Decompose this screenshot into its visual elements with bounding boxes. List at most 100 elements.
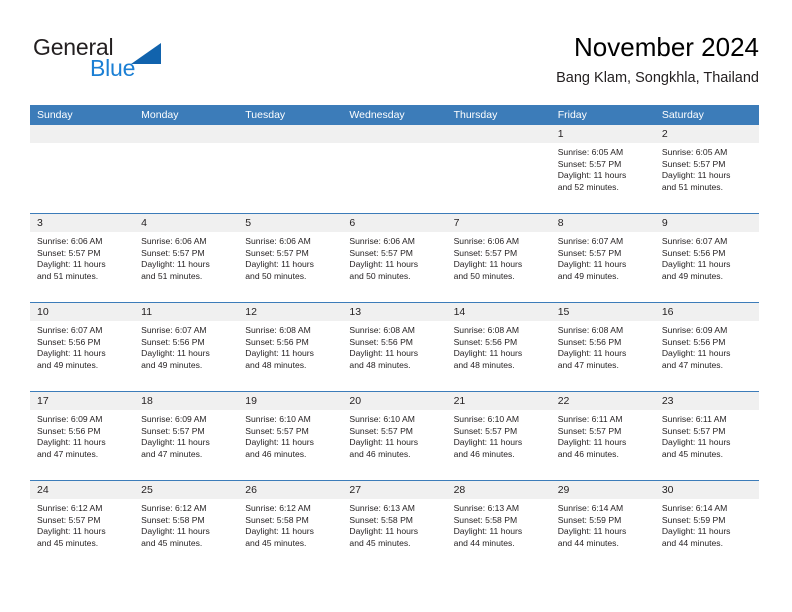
calendar-day-cell[interactable]: 12 Sunrise: 6:08 AM Sunset: 5:56 PM Dayligh…: [238, 302, 343, 392]
daylight-duration-line1: Daylight: 11 hours: [349, 437, 419, 448]
brand-name-blue: Blue: [90, 55, 136, 81]
day-number: 19: [238, 392, 343, 410]
page-title: November 2024: [574, 32, 759, 62]
brand-logo[interactable]: General Blue: [33, 34, 233, 90]
calendar-day-cell[interactable]: 30 Sunrise: 6:14 AM Sunset: 5:59 PM Dayligh…: [654, 480, 759, 569]
sunset-time: Sunset: 5:57 PM: [245, 425, 309, 436]
calendar-day-cell[interactable]: 9 Sunrise: 6:07 AM Sunset: 5:56 PM Daylight…: [654, 213, 759, 303]
sunrise-time: Sunrise: 6:13 AM: [349, 503, 415, 513]
calendar-day-cell[interactable]: 1 Sunrise: 6:05 AM Sunset: 5:57 PM Daylight…: [550, 125, 655, 214]
daylight-duration-line1: Daylight: 11 hours: [661, 259, 731, 270]
daylight-duration-line2: and 45 minutes.: [245, 537, 307, 548]
calendar-day-cell[interactable]: 6 Sunrise: 6:06 AM Sunset: 5:57 PM Daylight…: [342, 213, 447, 303]
day-number: 8: [550, 214, 655, 232]
day-details: Sunrise: 6:12 AM Sunset: 5:58 PM Daylight:…: [134, 499, 238, 549]
day-number: 29: [550, 481, 655, 499]
calendar-day-cell[interactable]: 16 Sunrise: 6:09 AM Sunset: 5:56 PM Dayligh…: [654, 302, 759, 392]
day-number: [238, 125, 343, 143]
daylight-duration-line2: and 44 minutes.: [453, 537, 515, 548]
sunset-time: Sunset: 5:57 PM: [141, 425, 205, 436]
day-details: Sunrise: 6:09 AM Sunset: 5:57 PM Daylight:…: [134, 410, 238, 460]
daylight-duration-line1: Daylight: 11 hours: [141, 259, 210, 270]
sunrise-time: Sunrise: 6:09 AM: [661, 325, 728, 335]
daylight-duration-line2: and 45 minutes.: [349, 537, 411, 548]
daylight-duration-line2: and 44 minutes.: [661, 537, 723, 548]
calendar-day-cell[interactable]: 28 Sunrise: 6:13 AM Sunset: 5:58 PM Dayligh…: [446, 480, 551, 569]
calendar-day-cell[interactable]: 20 Sunrise: 6:10 AM Sunset: 5:57 PM Dayligh…: [342, 391, 447, 481]
calendar-day-cell[interactable]: 2 Sunrise: 6:05 AM Sunset: 5:57 PM Daylight…: [654, 125, 759, 214]
day-details: Sunrise: 6:08 AM Sunset: 5:56 PM Daylight:…: [447, 321, 551, 371]
sunset-time: Sunset: 5:56 PM: [557, 336, 622, 347]
sunrise-time: Sunrise: 6:06 AM: [245, 236, 311, 246]
sunset-time: Sunset: 5:57 PM: [37, 247, 101, 258]
calendar-day-cell[interactable]: 13 Sunrise: 6:08 AM Sunset: 5:56 PM Dayligh…: [342, 302, 447, 392]
day-details: Sunrise: 6:05 AM Sunset: 5:57 PM Daylight:…: [551, 143, 655, 193]
calendar-day-cell[interactable]: 19 Sunrise: 6:10 AM Sunset: 5:57 PM Dayligh…: [238, 391, 343, 481]
day-details: Sunrise: 6:06 AM Sunset: 5:57 PM Daylight:…: [238, 232, 342, 282]
calendar-empty-cell: [134, 125, 239, 214]
calendar-day-cell[interactable]: 21 Sunrise: 6:10 AM Sunset: 5:57 PM Dayligh…: [446, 391, 551, 481]
calendar-day-cell[interactable]: 8 Sunrise: 6:07 AM Sunset: 5:57 PM Daylight…: [550, 213, 655, 303]
daylight-duration-line1: Daylight: 11 hours: [245, 526, 314, 537]
sunset-time: Sunset: 5:57 PM: [453, 247, 518, 258]
day-number: 21: [446, 392, 551, 410]
calendar-day-cell[interactable]: 11 Sunrise: 6:07 AM Sunset: 5:56 PM Dayligh…: [134, 302, 239, 392]
calendar-empty-cell: [30, 125, 135, 214]
sunset-time: Sunset: 5:56 PM: [37, 425, 101, 436]
day-details: Sunrise: 6:12 AM Sunset: 5:58 PM Daylight:…: [238, 499, 342, 549]
daylight-duration-line1: Daylight: 11 hours: [557, 437, 627, 448]
calendar-day-cell[interactable]: 17 Sunrise: 6:09 AM Sunset: 5:56 PM Dayligh…: [30, 391, 135, 481]
sunset-time: Sunset: 5:58 PM: [141, 514, 205, 525]
calendar-day-cell[interactable]: 10 Sunrise: 6:07 AM Sunset: 5:56 PM Dayligh…: [30, 302, 135, 392]
calendar-day-cell[interactable]: 4 Sunrise: 6:06 AM Sunset: 5:57 PM Daylight…: [134, 213, 239, 303]
day-number: 15: [550, 303, 655, 321]
calendar-day-cell[interactable]: 24 Sunrise: 6:12 AM Sunset: 5:57 PM Dayligh…: [30, 480, 135, 569]
calendar-day-cell[interactable]: 29 Sunrise: 6:14 AM Sunset: 5:59 PM Dayligh…: [550, 480, 655, 569]
sunset-time: Sunset: 5:58 PM: [453, 514, 518, 525]
daylight-duration-line2: and 46 minutes.: [557, 448, 619, 459]
day-details: Sunrise: 6:07 AM Sunset: 5:57 PM Daylight:…: [551, 232, 655, 282]
weekday-header-friday: Friday: [550, 105, 655, 125]
daylight-duration-line1: Daylight: 11 hours: [661, 437, 731, 448]
calendar-day-cell[interactable]: 26 Sunrise: 6:12 AM Sunset: 5:58 PM Dayligh…: [238, 480, 343, 569]
sunrise-time: Sunrise: 6:12 AM: [141, 503, 207, 513]
calendar-day-cell[interactable]: 14 Sunrise: 6:08 AM Sunset: 5:56 PM Dayligh…: [446, 302, 551, 392]
calendar-day-cell[interactable]: 5 Sunrise: 6:06 AM Sunset: 5:57 PM Daylight…: [238, 213, 343, 303]
sunrise-time: Sunrise: 6:09 AM: [141, 414, 207, 424]
calendar-day-cell[interactable]: 7 Sunrise: 6:06 AM Sunset: 5:57 PM Daylight…: [446, 213, 551, 303]
daylight-duration-line1: Daylight: 11 hours: [349, 348, 419, 359]
sunset-time: Sunset: 5:57 PM: [453, 425, 518, 436]
sunrise-time: Sunrise: 6:13 AM: [453, 503, 520, 513]
calendar-page: General Blue November 2024 Bang Klam, So…: [0, 0, 792, 612]
sunrise-time: Sunrise: 6:12 AM: [245, 503, 311, 513]
day-details: Sunrise: 6:07 AM Sunset: 5:56 PM Daylight:…: [655, 232, 759, 282]
calendar-day-cell[interactable]: 25 Sunrise: 6:12 AM Sunset: 5:58 PM Dayligh…: [134, 480, 239, 569]
day-details: Sunrise: 6:11 AM Sunset: 5:57 PM Daylight:…: [655, 410, 759, 460]
daylight-duration-line2: and 48 minutes.: [453, 359, 515, 370]
day-number: 12: [238, 303, 343, 321]
sunrise-time: Sunrise: 6:05 AM: [557, 147, 624, 157]
triangle-logo-mark-icon: [131, 43, 161, 64]
day-number: [446, 125, 551, 143]
calendar-day-cell[interactable]: 23 Sunrise: 6:11 AM Sunset: 5:57 PM Dayligh…: [654, 391, 759, 481]
calendar-day-cell[interactable]: 15 Sunrise: 6:08 AM Sunset: 5:56 PM Dayligh…: [550, 302, 655, 392]
day-number: 7: [446, 214, 551, 232]
sunset-time: Sunset: 5:57 PM: [661, 425, 726, 436]
daylight-duration-line1: Daylight: 11 hours: [557, 348, 627, 359]
daylight-duration-line1: Daylight: 11 hours: [37, 259, 106, 270]
day-number: 20: [342, 392, 447, 410]
title-block: November 2024 Bang Klam, Songkhla, Thail…: [556, 30, 759, 89]
calendar-day-cell[interactable]: 18 Sunrise: 6:09 AM Sunset: 5:57 PM Dayligh…: [134, 391, 239, 481]
daylight-duration-line2: and 46 minutes.: [349, 448, 411, 459]
daylight-duration-line2: and 44 minutes.: [557, 537, 619, 548]
sunrise-time: Sunrise: 6:07 AM: [141, 325, 207, 335]
calendar-day-cell[interactable]: 3 Sunrise: 6:06 AM Sunset: 5:57 PM Daylight…: [30, 213, 135, 303]
daylight-duration-line2: and 45 minutes.: [141, 537, 203, 548]
day-details: Sunrise: 6:12 AM Sunset: 5:57 PM Daylight:…: [30, 499, 134, 549]
calendar-day-cell[interactable]: 27 Sunrise: 6:13 AM Sunset: 5:58 PM Dayligh…: [342, 480, 447, 569]
calendar-day-cell[interactable]: 22 Sunrise: 6:11 AM Sunset: 5:57 PM Dayligh…: [550, 391, 655, 481]
sunrise-time: Sunrise: 6:07 AM: [661, 236, 728, 246]
daylight-duration-line1: Daylight: 11 hours: [245, 348, 314, 359]
daylight-duration-line2: and 51 minutes.: [661, 181, 723, 192]
daylight-duration-line1: Daylight: 11 hours: [349, 259, 419, 270]
